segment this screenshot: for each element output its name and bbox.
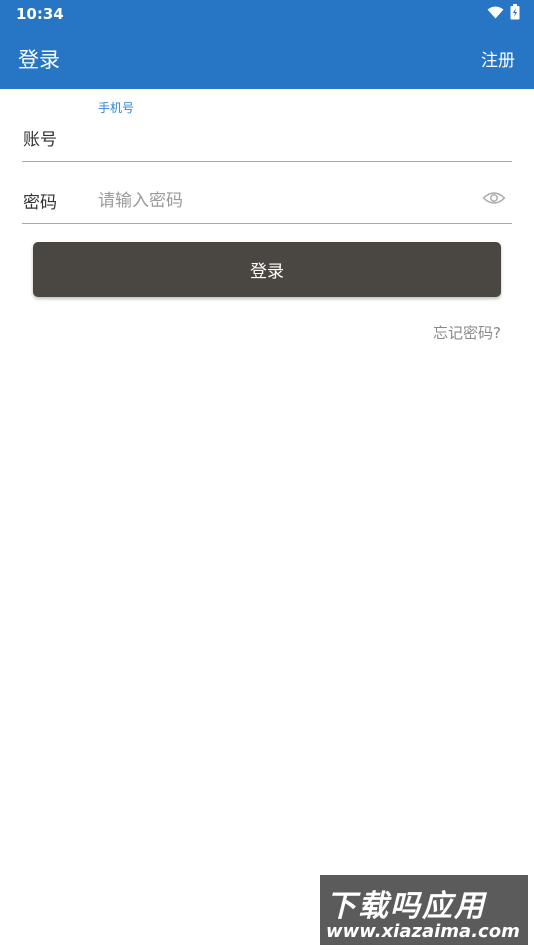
password-label: 密码: [23, 193, 57, 213]
watermark-url: www.xiazaima.com: [326, 921, 520, 942]
forgot-password-link[interactable]: 忘记密码?: [433, 322, 501, 343]
watermark-title: 下载吗应用: [326, 889, 486, 924]
wifi-icon: [487, 6, 504, 18]
register-button[interactable]: 注册: [481, 46, 515, 71]
watermark-logo: 下载吗应用 www.xiazaima.com: [320, 875, 528, 945]
page-title: 登录: [18, 48, 60, 72]
login-button[interactable]: 登录: [33, 242, 501, 297]
eye-icon[interactable]: [482, 190, 506, 206]
password-input[interactable]: [98, 186, 468, 216]
account-floating-hint: 手机号: [98, 101, 135, 115]
status-time: 10:34: [16, 5, 64, 23]
account-input[interactable]: [98, 118, 508, 152]
account-divider: [22, 161, 512, 162]
password-divider: [22, 223, 512, 224]
app-bar: 10:34 登录 注册: [0, 0, 534, 89]
account-label: 账号: [23, 130, 57, 150]
battery-icon: [510, 4, 520, 20]
status-icons: [487, 4, 520, 20]
